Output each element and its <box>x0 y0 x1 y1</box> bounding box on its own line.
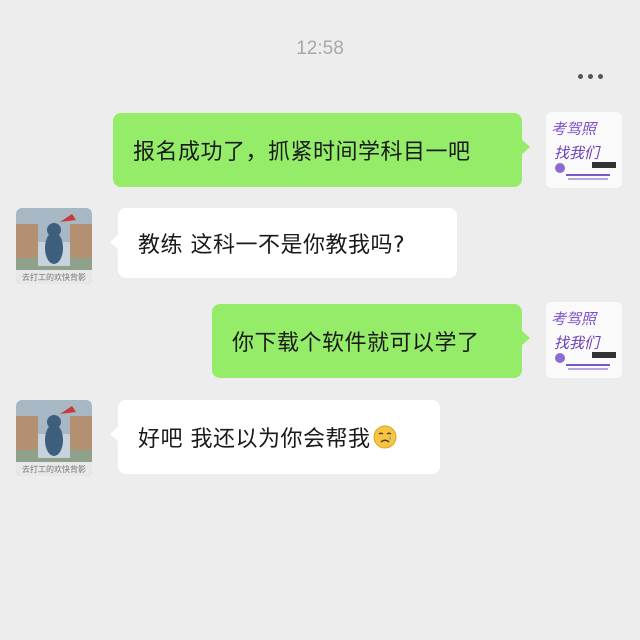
message-text: 教练 这科一不是你教我吗? <box>138 233 406 258</box>
svg-text:考驾照: 考驾照 <box>551 120 598 138</box>
book-cover-avatar[interactable]: 考驾照 找我们 <box>546 112 622 188</box>
tom-cat-image: 去打工的欢快背影 <box>16 208 92 284</box>
message-bubble-outgoing[interactable]: 报名成功了，抓紧时间学科目一吧 <box>113 113 530 187</box>
crying-face-icon <box>373 425 397 449</box>
message-bubble-incoming[interactable]: 教练 这科一不是你教我吗? <box>110 208 457 278</box>
tom-cat-avatar[interactable]: 去打工的欢快背影 <box>16 400 92 476</box>
timestamp: 12:58 <box>296 38 344 59</box>
svg-text:找我们: 找我们 <box>554 334 601 352</box>
message-bubble-outgoing[interactable]: 你下载个软件就可以学了 <box>212 304 530 378</box>
book-cover-image: 考驾照 找我们 <box>546 302 622 378</box>
message-text: 你下载个软件就可以学了 <box>232 331 480 356</box>
tom-cat-image: 去打工的欢快背影 <box>16 400 92 476</box>
message-text: 好吧 我还以为你会帮我 <box>138 427 371 452</box>
message-bubble-incoming[interactable]: 好吧 我还以为你会帮我 <box>110 400 440 474</box>
svg-text:去打工的欢快背影: 去打工的欢快背影 <box>22 272 86 282</box>
message-text: 报名成功了，抓紧时间学科目一吧 <box>133 140 471 165</box>
book-cover-avatar[interactable]: 考驾照 找我们 <box>546 302 622 378</box>
svg-text:考驾照: 考驾照 <box>551 310 598 328</box>
svg-text:去打工的欢快背影: 去打工的欢快背影 <box>22 464 86 474</box>
book-cover-image: 考驾照 找我们 <box>546 112 622 188</box>
more-dots-icon[interactable] <box>566 62 614 90</box>
chat-screen: 12:58 报名成功了，抓紧时间学科目一吧 考驾照 找我们 去打工的欢快背影 教… <box>0 0 640 640</box>
dot <box>587 73 593 79</box>
dot <box>597 73 603 79</box>
svg-text:找我们: 找我们 <box>554 144 601 162</box>
dot <box>577 73 583 79</box>
tom-cat-avatar[interactable]: 去打工的欢快背影 <box>16 208 92 284</box>
